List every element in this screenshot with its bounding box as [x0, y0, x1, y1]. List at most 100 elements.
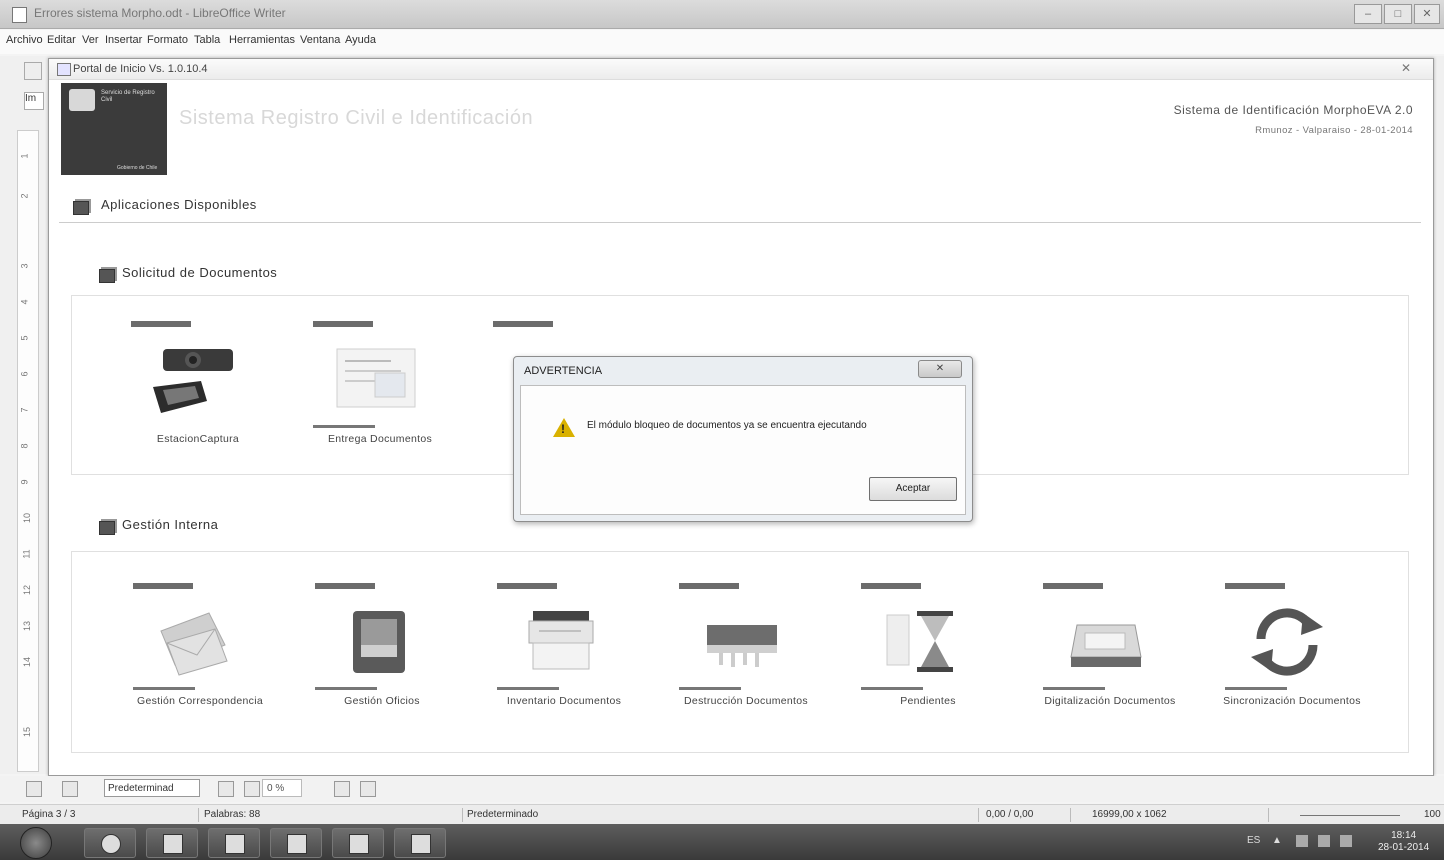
tile-gestion-oficios[interactable]: Gestión Oficios [307, 583, 457, 733]
statusbar: Página 3 / 3 Palabras: 88 Predeterminado… [0, 804, 1444, 825]
navigator-icon[interactable] [24, 62, 42, 80]
menu-tabla[interactable]: Tabla [194, 34, 220, 46]
tile-bar [1225, 583, 1285, 589]
sidebar-button[interactable]: Im [24, 92, 44, 110]
logo-footer: Gobierno de Chile [117, 165, 158, 171]
tile-bar [497, 583, 557, 589]
clock-date: 28-01-2014 [1378, 842, 1430, 853]
close-window-button[interactable]: ✕ [1414, 4, 1440, 24]
page-style: Predeterminado [467, 809, 539, 820]
transparency-icon[interactable] [244, 781, 260, 797]
scanner-icon [1061, 605, 1149, 677]
tile-label: Pendientes [900, 695, 956, 707]
ruler-number: 7 [19, 407, 30, 413]
drawing-toolbar: Predeterminad 0 % [0, 776, 1444, 802]
writer-app-icon [12, 7, 27, 23]
tile-destruccion-documentos[interactable]: Destrucción Documentos [671, 583, 821, 733]
ruler-number: 12 [22, 584, 33, 596]
folder-icon [99, 521, 115, 535]
tray-arrow-icon[interactable]: ▲ [1272, 835, 1282, 846]
start-button[interactable] [20, 827, 52, 859]
taskbar-writer[interactable] [332, 828, 384, 858]
tile-bar [493, 321, 553, 327]
inbox-tray-icon [333, 605, 421, 677]
tile-digitalizacion-documentos[interactable]: Digitalización Documentos [1035, 583, 1185, 733]
menu-herramientas[interactable]: Herramientas [229, 34, 295, 46]
tile-bar [133, 583, 193, 589]
tile-pendientes[interactable]: Pendientes [853, 583, 1003, 733]
tile-bar [315, 583, 375, 589]
portal-title: Portal de Inicio Vs. 1.0.10.4 [73, 63, 208, 75]
sync-arrows-icon [1243, 605, 1331, 677]
registro-civil-logo: Servicio de Registro Civil Gobierno de C… [61, 83, 167, 175]
taskbar-window[interactable] [394, 828, 446, 858]
folder-icon [73, 201, 89, 215]
menu-editar[interactable]: Editar [47, 34, 76, 46]
taskbar-document[interactable] [270, 828, 322, 858]
window-icon [411, 834, 431, 854]
tile-estacion-captura[interactable]: EstacionCaptura [123, 321, 273, 471]
cursor-position: 0,00 / 0,00 [986, 809, 1034, 820]
select-icon[interactable] [26, 781, 42, 797]
camera-signature-pad-icon [149, 343, 237, 415]
fill-icon[interactable] [218, 781, 234, 797]
accept-button[interactable]: Aceptar [869, 477, 957, 501]
menu-ventana[interactable]: Ventana [300, 34, 340, 46]
document-icon [331, 343, 419, 415]
menu-archivo[interactable]: Archivo [6, 34, 43, 46]
menu-formato[interactable]: Formato [147, 34, 188, 46]
menu-ver[interactable]: Ver [82, 34, 99, 46]
ruler-number: 2 [19, 193, 30, 199]
tile-entrega-documentos[interactable]: Entrega Documentos [305, 321, 455, 471]
line-tool-icon[interactable] [62, 781, 78, 797]
folder-icon [163, 834, 183, 854]
page-indicator: Página 3 / 3 [22, 809, 76, 820]
tile-underbar [315, 687, 377, 690]
header-title: Sistema Registro Civil e Identificación [179, 107, 534, 129]
media-player-icon [225, 834, 245, 854]
clock[interactable]: 18:14 28-01-2014 [1378, 830, 1429, 854]
minimize-button[interactable]: – [1354, 4, 1382, 24]
portal-close-button[interactable]: ✕ [1401, 61, 1411, 75]
menu-ayuda[interactable]: Ayuda [345, 34, 376, 46]
hourglass-icon [879, 605, 967, 677]
taskbar-explorer[interactable] [146, 828, 198, 858]
tile-label: Digitalización Documentos [1044, 695, 1176, 707]
ruler-number: 13 [22, 620, 33, 632]
transparency-input[interactable]: 0 % [262, 779, 302, 797]
envelopes-icon [151, 605, 239, 677]
ruler-number: 3 [19, 263, 30, 269]
zoom-slider[interactable] [1300, 815, 1400, 816]
taskbar-media[interactable] [208, 828, 260, 858]
menu-insertar[interactable]: Insertar [105, 34, 142, 46]
tile-sincronizacion-documentos[interactable]: Sincronización Documentos [1217, 583, 1367, 733]
volume-icon[interactable] [1340, 835, 1352, 847]
ruler-number: 9 [19, 479, 30, 485]
warning-dialog: ADVERTENCIA ✕ ! El módulo bloqueo de doc… [513, 356, 973, 522]
shredder-icon [697, 605, 785, 677]
network-icon[interactable] [1318, 835, 1330, 847]
clock-time: 18:14 [1391, 830, 1417, 841]
taskbar-ie[interactable] [84, 828, 136, 858]
tile-inventario-documentos[interactable]: Inventario Documentos [489, 583, 639, 733]
ruler-number: 8 [19, 443, 30, 449]
writer-icon [349, 834, 369, 854]
dialog-message: El módulo bloqueo de documentos ya se en… [587, 420, 867, 431]
tile-gestion-correspondencia[interactable]: Gestión Correspondencia [125, 583, 275, 733]
flag-icon[interactable] [1296, 835, 1308, 847]
shadow-icon[interactable] [360, 781, 376, 797]
tile-underbar [497, 687, 559, 690]
window-title: Errores sistema Morpho.odt - LibreOffice… [34, 6, 286, 20]
style-select[interactable]: Predeterminad [104, 779, 200, 797]
maximize-button[interactable]: □ [1384, 4, 1412, 24]
tile-underbar [1225, 687, 1287, 690]
section-apps-title: Aplicaciones Disponibles [101, 197, 257, 212]
ruler-number: 1 [19, 153, 30, 159]
folder-icon [99, 269, 115, 283]
language-indicator[interactable]: ES [1247, 835, 1260, 846]
tile-label: Inventario Documentos [506, 695, 622, 707]
dialog-close-button[interactable]: ✕ [918, 360, 962, 378]
object-size: 16999,00 x 1062 [1092, 809, 1167, 820]
arrow-style-icon[interactable] [334, 781, 350, 797]
system-id: Sistema de Identificación MorphoEVA 2.0 [1173, 103, 1413, 117]
